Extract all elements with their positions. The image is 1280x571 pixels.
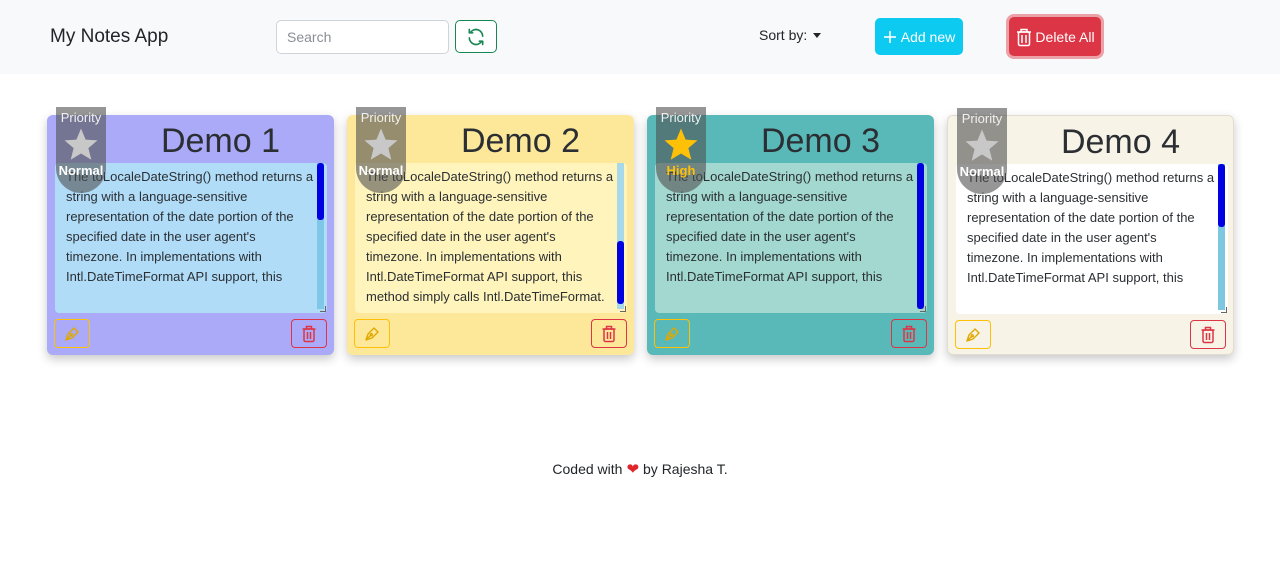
star-icon [965, 129, 999, 161]
note-card: Demo 4 The toLocaleDateString() method r… [947, 108, 1234, 355]
pen-icon [365, 326, 379, 341]
note-text: The toLocaleDateString() method returns … [967, 170, 1215, 285]
priority-level: Normal [959, 164, 1005, 179]
note-title: Demo 1 [160, 122, 281, 160]
trash-icon [302, 325, 316, 342]
app-brand[interactable]: My Notes App [50, 26, 168, 48]
pen-icon [966, 327, 980, 342]
footer-prefix: Coded with [552, 461, 623, 477]
delete-all-button[interactable]: Delete All [1009, 17, 1101, 56]
scrollbar-thumb[interactable] [617, 241, 624, 304]
add-note-label: Add new [900, 28, 956, 45]
scrollbar-thumb[interactable] [1218, 164, 1225, 227]
trash-icon [1201, 326, 1215, 343]
note-text: The toLocaleDateString() method returns … [66, 169, 314, 284]
priority-level: Normal [58, 163, 104, 178]
trash-icon [1017, 28, 1032, 46]
priority-ribbon[interactable]: Priority High [656, 107, 706, 193]
search-input[interactable] [276, 20, 449, 54]
trash-icon [602, 325, 616, 342]
note-text: The toLocaleDateString() method returns … [366, 169, 614, 304]
navbar: My Notes App Sort by: Add new Delete All [0, 0, 1280, 74]
refresh-icon [468, 28, 484, 45]
note-card: Demo 3 The toLocaleDateString() method r… [647, 107, 934, 355]
delete-note-button[interactable] [291, 319, 327, 348]
resize-grip[interactable] [320, 306, 326, 312]
priority-ribbon[interactable]: Priority Normal [56, 107, 106, 193]
star-icon [364, 128, 398, 160]
priority-ribbon[interactable]: Priority Normal [957, 108, 1007, 194]
note-title: Demo 4 [1060, 123, 1181, 161]
note-scrollbar[interactable] [317, 163, 324, 309]
heart-icon: ❤ [626, 461, 640, 478]
note-card: Demo 1 The toLocaleDateString() method r… [47, 107, 334, 355]
priority-label: Priority [961, 111, 1003, 126]
plus-icon [883, 30, 896, 43]
trash-icon [902, 325, 916, 342]
pen-icon [65, 326, 79, 341]
priority-label: Priority [60, 110, 102, 125]
sort-dropdown[interactable]: Sort by: [759, 27, 822, 43]
priority-label: Priority [660, 110, 702, 125]
footer-suffix: by Rajesha T. [643, 461, 728, 477]
sort-label: Sort by: [759, 27, 808, 43]
star-icon [664, 128, 698, 160]
refresh-button[interactable] [455, 20, 497, 53]
resize-grip[interactable] [620, 306, 626, 312]
delete-note-button[interactable] [891, 319, 927, 348]
priority-level: High [666, 163, 696, 178]
pen-icon [665, 326, 679, 341]
priority-ribbon[interactable]: Priority Normal [356, 107, 406, 193]
priority-level: Normal [358, 163, 404, 178]
note-scrollbar[interactable] [917, 163, 924, 309]
note-title: Demo 3 [760, 122, 881, 160]
add-note-button[interactable]: Add new [875, 18, 963, 55]
resize-grip[interactable] [920, 306, 926, 312]
edit-note-button[interactable] [54, 319, 90, 348]
note-scrollbar[interactable] [1218, 164, 1225, 310]
caret-down-icon [813, 32, 822, 38]
edit-note-button[interactable] [955, 320, 991, 349]
delete-note-button[interactable] [591, 319, 627, 348]
note-title: Demo 2 [460, 122, 581, 160]
note-scrollbar[interactable] [617, 163, 624, 309]
note-text: The toLocaleDateString() method returns … [666, 169, 914, 284]
delete-all-label: Delete All [1035, 28, 1095, 45]
resize-grip[interactable] [1221, 307, 1227, 313]
scrollbar-thumb[interactable] [917, 163, 924, 309]
star-icon [64, 128, 98, 160]
note-card: Demo 2 The toLocaleDateString() method r… [347, 107, 634, 355]
delete-note-button[interactable] [1190, 320, 1226, 349]
scrollbar-thumb[interactable] [317, 163, 324, 220]
footer: Coded with ❤ by Rajesha T. [0, 460, 1280, 478]
edit-note-button[interactable] [654, 319, 690, 348]
priority-label: Priority [360, 110, 402, 125]
edit-note-button[interactable] [354, 319, 390, 348]
